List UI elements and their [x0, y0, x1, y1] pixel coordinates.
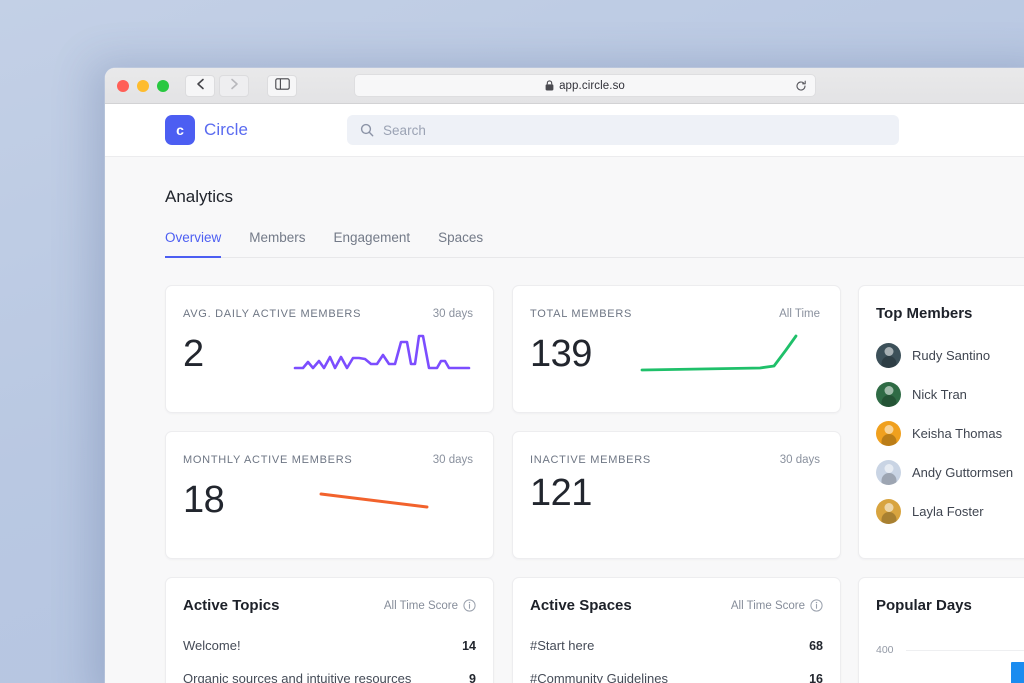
- table-row[interactable]: #Community Guidelines 16: [530, 662, 823, 683]
- popular-days-chart: 400 200: [876, 636, 1024, 683]
- browser-nav-buttons: [185, 75, 297, 97]
- analytics-page: Analytics Overview Members Engagement Sp…: [105, 157, 1024, 683]
- active-spaces-rows: #Start here 68 #Community Guidelines 16 …: [530, 629, 823, 683]
- maximize-window-button[interactable]: [157, 80, 169, 92]
- stat-period: 30 days: [433, 454, 473, 466]
- row-value: 68: [809, 639, 823, 653]
- stat-label: INACTIVE MEMBERS: [530, 454, 651, 466]
- browser-window: app.circle.so c Circle Search: [105, 68, 1024, 683]
- table-row[interactable]: Organic sources and intuitive resources …: [183, 662, 476, 683]
- lock-icon: [545, 80, 554, 91]
- stat-label: MONTHLY ACTIVE MEMBERS: [183, 454, 352, 466]
- member-name: Keisha Thomas: [912, 426, 1002, 441]
- url-text: app.circle.so: [559, 80, 625, 92]
- sparkline-monthly-active-members: [293, 474, 471, 527]
- tab-members[interactable]: Members: [249, 230, 305, 258]
- minimize-window-button[interactable]: [137, 80, 149, 92]
- row-value: 16: [809, 672, 823, 683]
- row-label: #Start here: [530, 638, 594, 653]
- list-item[interactable]: Nick Tran: [876, 375, 1024, 414]
- panel-popular-days: Popular Days 400 200: [858, 577, 1024, 683]
- close-window-button[interactable]: [117, 80, 129, 92]
- table-row[interactable]: Welcome! 14: [183, 629, 476, 662]
- tab-spaces[interactable]: Spaces: [438, 230, 483, 258]
- row-value: 14: [462, 639, 476, 653]
- stat-period: All Time: [779, 308, 820, 320]
- window-controls: [117, 80, 169, 92]
- back-button[interactable]: [185, 75, 215, 97]
- brand-name: Circle: [204, 120, 248, 140]
- row-label: #Community Guidelines: [530, 671, 668, 683]
- stat-value: 121: [530, 474, 592, 514]
- list-item[interactable]: Layla Foster: [876, 492, 1024, 531]
- panel-meta: All Time Score: [731, 599, 823, 612]
- sidebar-toggle-icon: [275, 77, 290, 95]
- reload-icon[interactable]: [795, 80, 807, 92]
- row-label: Organic sources and intuitive resources: [183, 671, 411, 683]
- avatar: [876, 499, 901, 524]
- info-icon[interactable]: [463, 599, 476, 612]
- circle-logo-icon: c: [165, 115, 195, 145]
- list-item[interactable]: Rudy Santino: [876, 336, 1024, 375]
- tab-overview[interactable]: Overview: [165, 230, 221, 258]
- tab-engagement[interactable]: Engagement: [334, 230, 411, 258]
- stat-period: 30 days: [780, 454, 820, 466]
- list-item[interactable]: Andy Guttormsen: [876, 453, 1024, 492]
- avatar: [876, 460, 901, 485]
- panel-meta: All Time Score: [384, 599, 476, 612]
- stat-card-avg-daily-active-members: AVG. DAILY ACTIVE MEMBERS 30 days 2: [165, 285, 494, 413]
- stat-period: 30 days: [433, 308, 473, 320]
- row-value: 9: [469, 672, 476, 683]
- sparkline-avg-daily-active-members: [293, 328, 471, 381]
- panel-active-spaces: Active Spaces All Time Score: [512, 577, 841, 683]
- table-row[interactable]: #Start here 68: [530, 629, 823, 662]
- sparkline-total-members: [640, 328, 818, 381]
- row-label: Welcome!: [183, 638, 241, 653]
- info-icon[interactable]: [810, 599, 823, 612]
- member-name: Andy Guttormsen: [912, 465, 1013, 480]
- forward-button[interactable]: [219, 75, 249, 97]
- stat-card-total-members: TOTAL MEMBERS All Time 139: [512, 285, 841, 413]
- page-title: Analytics: [165, 187, 1024, 207]
- stat-label: TOTAL MEMBERS: [530, 308, 632, 320]
- search-icon: [360, 123, 374, 137]
- panel-top-members: Top Members Rudy Santino Nick Tran Keish…: [858, 285, 1024, 559]
- stat-label: AVG. DAILY ACTIVE MEMBERS: [183, 308, 361, 320]
- brand[interactable]: c Circle: [165, 115, 248, 145]
- gridline: [906, 650, 1024, 651]
- stat-value: 2: [183, 335, 204, 375]
- address-bar[interactable]: app.circle.so: [354, 74, 816, 97]
- stat-value: 18: [183, 481, 224, 521]
- back-arrow-icon: [196, 77, 205, 95]
- panel-title: Popular Days: [876, 597, 972, 614]
- analytics-tabs: Overview Members Engagement Spaces: [165, 229, 1024, 258]
- panel-active-topics: Active Topics All Time Score: [165, 577, 494, 683]
- stat-card-monthly-active-members: MONTHLY ACTIVE MEMBERS 30 days 18: [165, 431, 494, 559]
- bar: [1011, 662, 1024, 683]
- y-axis-tick: 400: [876, 644, 894, 656]
- member-name: Layla Foster: [912, 504, 984, 519]
- forward-arrow-icon: [230, 77, 239, 95]
- avatar: [876, 382, 901, 407]
- member-name: Nick Tran: [912, 387, 967, 402]
- panel-title: Active Topics: [183, 597, 279, 614]
- avatar: [876, 343, 901, 368]
- panel-meta-label: All Time Score: [384, 600, 458, 612]
- panel-title: Top Members: [876, 305, 972, 322]
- browser-titlebar: app.circle.so: [105, 68, 1024, 104]
- stat-value: 139: [530, 335, 592, 375]
- search-input[interactable]: Search: [347, 115, 899, 145]
- list-item[interactable]: Keisha Thomas: [876, 414, 1024, 453]
- avatar: [876, 421, 901, 446]
- active-topics-rows: Welcome! 14 Organic sources and intuitiv…: [183, 629, 476, 683]
- stat-card-inactive-members: INACTIVE MEMBERS 30 days 121: [512, 431, 841, 559]
- search-placeholder: Search: [383, 123, 426, 138]
- sidebar-toggle-button[interactable]: [267, 75, 297, 97]
- panel-meta-label: All Time Score: [731, 600, 805, 612]
- member-name: Rudy Santino: [912, 348, 990, 363]
- app-header: c Circle Search: [105, 104, 1024, 157]
- panel-title: Active Spaces: [530, 597, 632, 614]
- top-members-list: Rudy Santino Nick Tran Keisha Thomas And…: [876, 336, 1024, 531]
